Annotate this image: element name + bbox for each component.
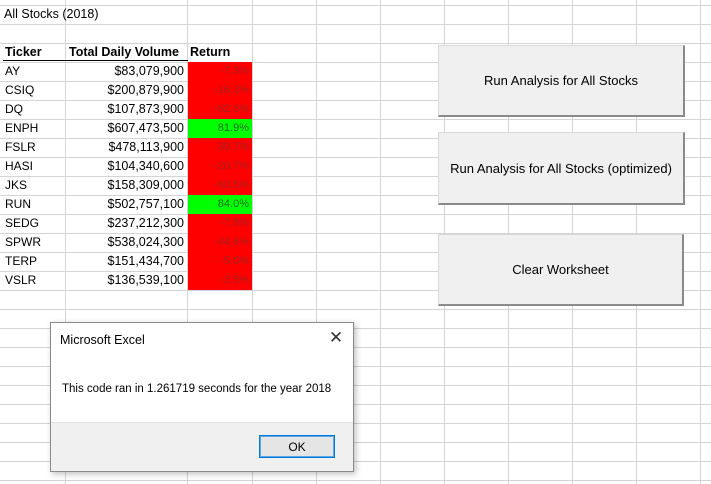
volume-cell[interactable]: $136,539,100 [66,271,186,290]
sheet-title[interactable]: All Stocks (2018) [4,5,184,24]
volume-cell[interactable]: $538,024,300 [66,233,186,252]
return-cell[interactable]: -39.7% [188,138,252,157]
return-cell[interactable]: -3.5% [188,271,252,290]
return-cell[interactable]: -5.0% [188,252,252,271]
volume-cell[interactable]: $478,113,900 [66,138,186,157]
volume-cell[interactable]: $83,079,900 [66,62,186,81]
volume-cell[interactable]: $607,473,500 [66,119,186,138]
run-analysis-optimized-button[interactable]: Run Analysis for All Stocks (optimized) [438,132,685,205]
ticker-cell[interactable]: ENPH [5,119,65,138]
volume-cell[interactable]: $237,212,300 [66,214,186,233]
ticker-cell[interactable]: HASI [5,157,65,176]
ticker-cell[interactable]: DQ [5,100,65,119]
run-analysis-all-stocks-button[interactable]: Run Analysis for All Stocks [438,45,685,117]
return-cell[interactable]: 81.9% [188,119,252,138]
ticker-cell[interactable]: RUN [5,195,65,214]
ticker-cell[interactable]: VSLR [5,271,65,290]
return-cell[interactable]: -16.3% [188,81,252,100]
dialog-footer: OK [51,422,353,471]
return-cell[interactable]: -20.7% [188,157,252,176]
volume-cell[interactable]: $107,873,900 [66,100,186,119]
volume-cell[interactable]: $151,434,700 [66,252,186,271]
header-underline [3,60,188,61]
return-cell[interactable]: 84.0% [188,195,252,214]
dialog-message: This code ran in 1.261719 seconds for th… [62,383,332,395]
volume-cell[interactable]: $502,757,100 [66,195,186,214]
ticker-cell[interactable]: FSLR [5,138,65,157]
ticker-cell[interactable]: TERP [5,252,65,271]
dialog-title: Microsoft Excel [60,333,145,347]
ticker-cell[interactable]: CSIQ [5,81,65,100]
ticker-cell[interactable]: SPWR [5,233,65,252]
ticker-cell[interactable]: SEDG [5,214,65,233]
return-cell[interactable]: -7.8% [188,214,252,233]
clear-worksheet-button[interactable]: Clear Worksheet [438,234,684,306]
message-box-dialog: Microsoft Excel ✕ This code ran in 1.261… [50,322,354,472]
header-return[interactable]: Return [190,43,252,62]
close-icon[interactable]: ✕ [327,329,345,347]
volume-cell[interactable]: $104,340,600 [66,157,186,176]
volume-cell[interactable]: $158,309,000 [66,176,186,195]
ticker-cell[interactable]: AY [5,62,65,81]
return-cell[interactable]: -7.3% [188,62,252,81]
return-cell[interactable]: -44.6% [188,233,252,252]
return-cell[interactable]: -60.5% [188,176,252,195]
ticker-cell[interactable]: JKS [5,176,65,195]
volume-cell[interactable]: $200,879,900 [66,81,186,100]
ok-button[interactable]: OK [259,435,335,458]
return-cell[interactable]: -62.6% [188,100,252,119]
